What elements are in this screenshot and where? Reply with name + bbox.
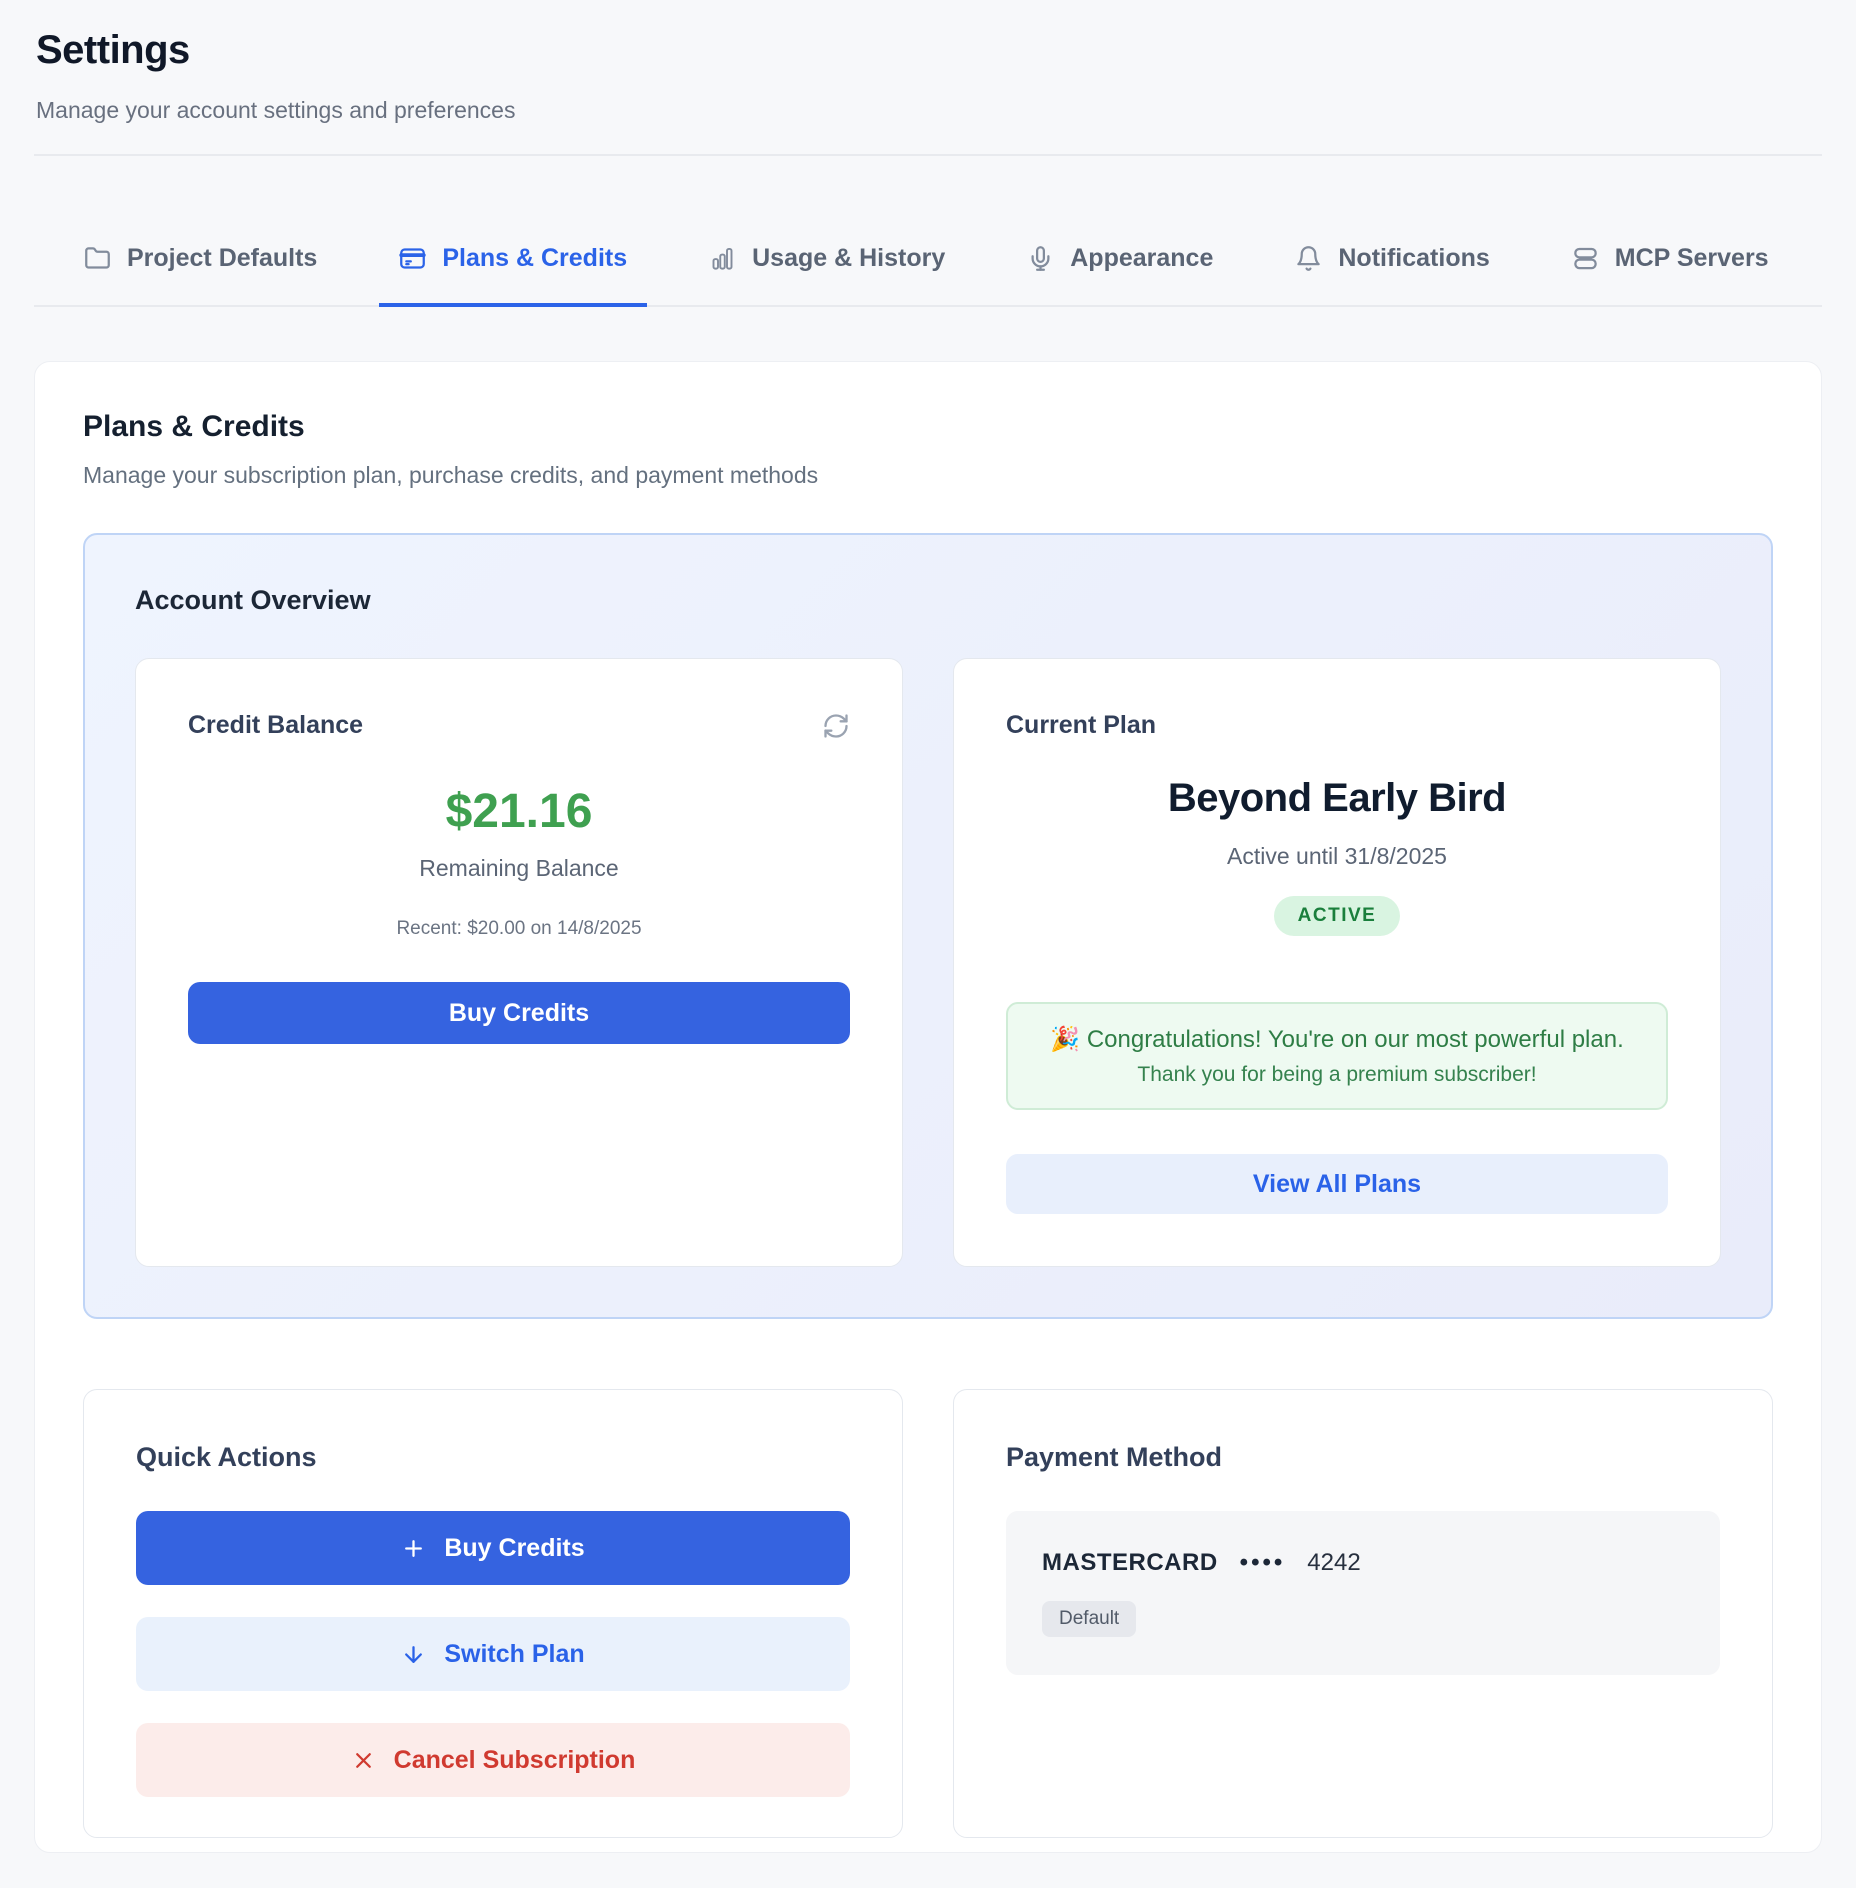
arrow-down-icon (401, 1642, 426, 1667)
plan-active-until: Active until 31/8/2025 (1006, 843, 1668, 870)
microphone-icon (1027, 245, 1054, 272)
congrats-line2: Thank you for being a premium subscriber… (1032, 1062, 1642, 1088)
payment-method-card: Payment Method MASTERCARD •••• 4242 Defa… (953, 1389, 1773, 1838)
plan-name: Beyond Early Bird (1006, 776, 1668, 821)
switch-plan-label: Switch Plan (444, 1640, 584, 1669)
cancel-subscription-label: Cancel Subscription (394, 1746, 636, 1775)
default-badge: Default (1042, 1601, 1136, 1637)
tab-label: MCP Servers (1615, 244, 1769, 273)
tab-label: Notifications (1338, 244, 1489, 273)
payment-method-item: MASTERCARD •••• 4242 Default (1006, 1511, 1720, 1675)
page-subtitle: Manage your account settings and prefere… (36, 97, 1820, 124)
bottom-grid: Quick Actions Buy Credits Switch Plan (83, 1389, 1773, 1838)
section-subtitle: Manage your subscription plan, purchase … (83, 462, 1773, 489)
credit-balance-label: Remaining Balance (188, 855, 850, 882)
card-last4: 4242 (1307, 1549, 1360, 1577)
payment-card-row: MASTERCARD •••• 4242 (1042, 1549, 1684, 1577)
tab-label: Appearance (1070, 244, 1213, 273)
tab-label: Project Defaults (127, 244, 317, 273)
switch-plan-button[interactable]: Switch Plan (136, 1617, 850, 1691)
credit-balance-amount: $21.16 (188, 784, 850, 839)
payment-method-title: Payment Method (1006, 1442, 1720, 1473)
credit-balance-header: Credit Balance (188, 711, 850, 740)
buy-credits-button[interactable]: Buy Credits (188, 982, 850, 1044)
credit-balance-recent: Recent: $20.00 on 14/8/2025 (188, 918, 850, 940)
credit-balance-card: Credit Balance $21.16 Remaining Balance … (135, 658, 903, 1267)
page-title: Settings (36, 28, 1820, 73)
buy-credits-label: Buy Credits (449, 999, 589, 1028)
congrats-banner: 🎉 Congratulations! You're on our most po… (1006, 1002, 1668, 1110)
quick-actions-card: Quick Actions Buy Credits Switch Plan (83, 1389, 903, 1838)
tab-label: Plans & Credits (442, 244, 627, 273)
tab-project-defaults[interactable]: Project Defaults (64, 244, 337, 307)
view-all-plans-button[interactable]: View All Plans (1006, 1154, 1668, 1214)
bell-icon (1295, 245, 1322, 272)
plans-credits-section: Plans & Credits Manage your subscription… (34, 361, 1822, 1853)
tab-plans-credits[interactable]: Plans & Credits (379, 244, 647, 307)
tab-appearance[interactable]: Appearance (1007, 244, 1233, 307)
quick-buy-credits-button[interactable]: Buy Credits (136, 1511, 850, 1585)
quick-buy-credits-label: Buy Credits (444, 1534, 584, 1563)
account-overview-grid: Credit Balance $21.16 Remaining Balance … (135, 658, 1721, 1267)
card-mask-dots: •••• (1240, 1549, 1286, 1577)
refresh-icon (822, 712, 850, 740)
folder-icon (84, 245, 111, 272)
tab-mcp-servers[interactable]: MCP Servers (1552, 244, 1789, 307)
plan-badge-row: ACTIVE (1006, 896, 1668, 936)
account-overview-title: Account Overview (135, 585, 1721, 616)
card-brand: MASTERCARD (1042, 1549, 1218, 1577)
quick-actions-title: Quick Actions (136, 1442, 850, 1473)
credit-card-icon (399, 245, 426, 272)
quick-actions-buttons: Buy Credits Switch Plan Cancel Subscript… (136, 1511, 850, 1797)
settings-tab-bar: Project Defaults Plans & Credits Usage &… (34, 156, 1822, 307)
status-badge: ACTIVE (1274, 896, 1401, 936)
congrats-line1: 🎉 Congratulations! You're on our most po… (1032, 1024, 1642, 1056)
page-header: Settings Manage your account settings an… (0, 0, 1856, 124)
current-plan-title: Current Plan (1006, 711, 1156, 740)
current-plan-header: Current Plan (1006, 711, 1668, 740)
server-stack-icon (1572, 245, 1599, 272)
refresh-balance-button[interactable] (822, 712, 850, 740)
default-badge-row: Default (1042, 1601, 1684, 1637)
plus-icon (401, 1536, 426, 1561)
bar-chart-icon (709, 245, 736, 272)
section-title: Plans & Credits (83, 410, 1773, 444)
current-plan-card: Current Plan Beyond Early Bird Active un… (953, 658, 1721, 1267)
cancel-subscription-button[interactable]: Cancel Subscription (136, 1723, 850, 1797)
tab-notifications[interactable]: Notifications (1275, 244, 1509, 307)
tab-usage-history[interactable]: Usage & History (689, 244, 965, 307)
x-icon (351, 1748, 376, 1773)
account-overview: Account Overview Credit Balance $21.16 R… (83, 533, 1773, 1319)
view-all-plans-label: View All Plans (1253, 1170, 1421, 1199)
credit-balance-title: Credit Balance (188, 711, 363, 740)
tab-label: Usage & History (752, 244, 945, 273)
